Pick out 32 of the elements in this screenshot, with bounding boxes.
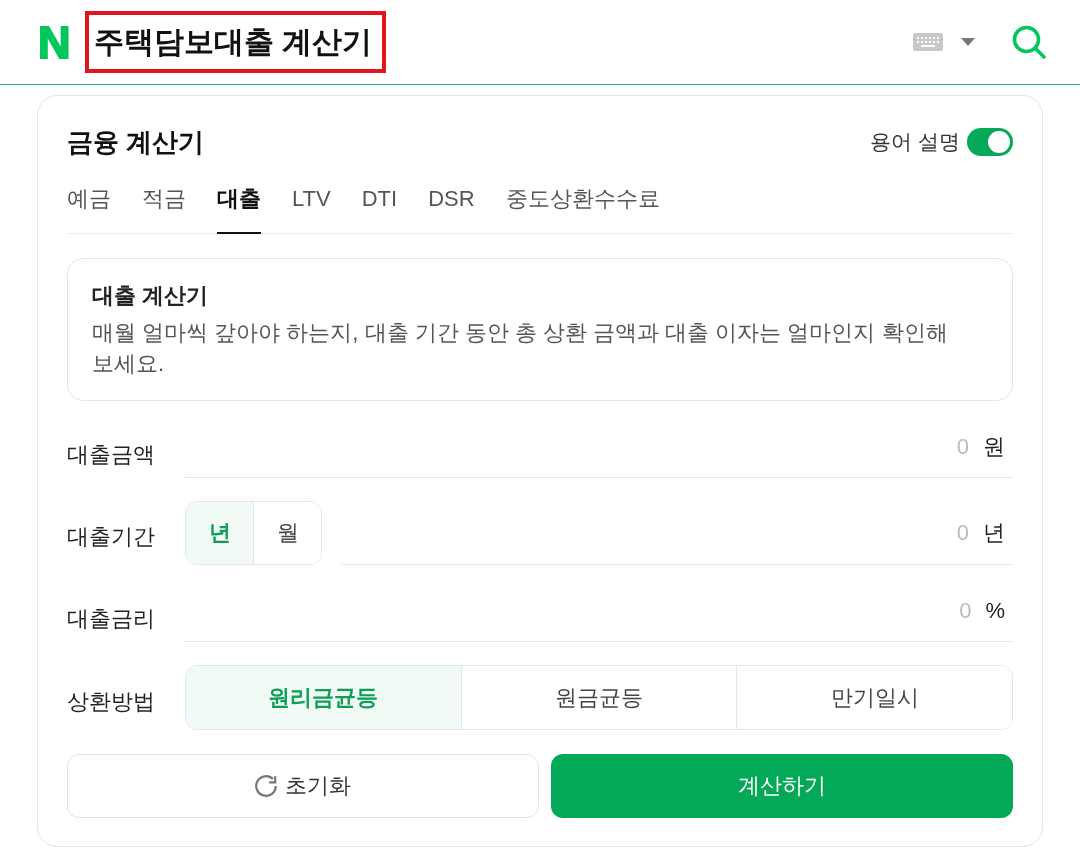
unit-label: 년 xyxy=(983,518,1005,547)
keyboard-icon[interactable] xyxy=(913,33,943,51)
intro-description: 매월 얼마씩 갚아야 하는지, 대출 기간 동안 총 상환 금액과 대출 이자는 얼마인지 확인해 보세요. xyxy=(92,319,949,378)
number-input[interactable]: 0 xyxy=(185,595,972,626)
calculator-tab[interactable]: LTV xyxy=(292,176,331,234)
calculator-tab[interactable]: DSR xyxy=(428,176,475,234)
refresh-icon xyxy=(254,775,277,797)
calculator-tab[interactable]: 중도상환수수료 xyxy=(505,176,660,234)
toggle-label: 용어 설명 xyxy=(870,129,960,155)
calculator-tab[interactable]: 예금 xyxy=(67,176,111,234)
calculator-tab[interactable]: 대출 xyxy=(217,176,261,234)
calculator-tab[interactable]: 적금 xyxy=(142,176,186,234)
number-input[interactable]: 0 xyxy=(185,431,969,462)
intro-title: 대출 계산기 xyxy=(92,282,210,310)
segment-button[interactable]: 월 xyxy=(253,502,321,564)
caret-icon[interactable] xyxy=(961,38,975,46)
search-query[interactable]: 주택담보대출 계산기 xyxy=(93,24,372,60)
field-label: 상환방법 xyxy=(67,687,156,716)
field-label: 대출금리 xyxy=(67,605,156,633)
unit-label: % xyxy=(985,597,1005,624)
segment-button[interactable]: 만기일시 xyxy=(736,666,1012,729)
field-label: 대출기간 xyxy=(67,523,156,551)
toggle-switch[interactable] xyxy=(967,128,1013,156)
number-input[interactable]: 0 xyxy=(341,517,969,548)
segmented-control[interactable]: 년 월 xyxy=(185,501,322,565)
search-icon[interactable] xyxy=(1012,25,1046,59)
calculator-tab[interactable]: DTI xyxy=(361,176,398,234)
segmented-control[interactable]: 원리금균등 원금균등 만기일시 xyxy=(185,665,1013,730)
calculator-title: 금융 계산기 xyxy=(67,125,205,159)
unit-label: 원 xyxy=(983,432,1005,461)
reset-button[interactable]: 초기화 xyxy=(67,754,539,818)
field-label: 대출금액 xyxy=(67,441,156,469)
